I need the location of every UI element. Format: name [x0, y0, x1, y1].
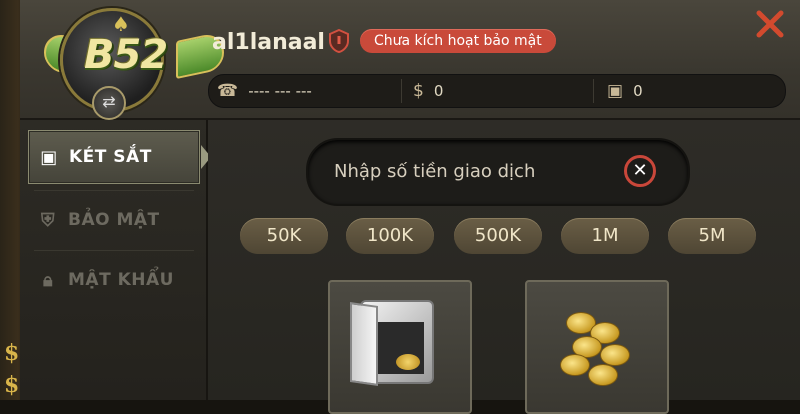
gold-coins-icon [396, 354, 420, 370]
amount-chip-1m[interactable]: 1M [561, 218, 649, 254]
divider [401, 79, 402, 103]
sidebar-item-security[interactable]: ⛨ BẢO MẬT [28, 194, 198, 246]
dollar-decor-icon: $ [4, 372, 20, 398]
sidebar-item-safe[interactable]: ▣ KÉT SẮT [28, 130, 211, 184]
switch-avatar-button[interactable]: ⇄ [92, 86, 126, 120]
brand-logo: B52 [84, 32, 168, 78]
phone-value: ---- --- --- [248, 82, 312, 100]
coin-icon [588, 364, 618, 386]
money-stat: $ 0 [413, 75, 443, 107]
security-status-badge[interactable]: Chưa kích hoạt bảo mật [360, 29, 556, 53]
sidebar: ▣ KÉT SẮT ⛨ BẢO MẬT 🔒︎ MẬT KHẨU [20, 120, 211, 400]
sidebar-item-label: KÉT SẮT [69, 147, 152, 167]
divider [593, 79, 594, 103]
clear-input-icon[interactable]: ✕ [624, 155, 656, 187]
amount-chip-500k[interactable]: 500K [454, 218, 542, 254]
amount-chip-5m[interactable]: 5M [668, 218, 756, 254]
stats-bar: ☎ ---- --- --- $ 0 ▣ 0 [208, 74, 786, 108]
divider [34, 250, 194, 251]
dollar-decor-icon: $ [4, 340, 20, 366]
phone-icon: ☎ [217, 81, 239, 101]
amount-chip-50k[interactable]: 50K [240, 218, 328, 254]
coin-icon [600, 344, 630, 366]
sidebar-item-label: BẢO MẬT [68, 210, 160, 230]
divider [34, 190, 194, 191]
shield-warning-icon [329, 29, 349, 53]
safe-stat: ▣ 0 [607, 75, 643, 107]
safe-value: 0 [633, 82, 643, 100]
shield-icon: ⛨ [41, 209, 55, 231]
username: al1lanaal [212, 30, 325, 55]
amount-chip-100k[interactable]: 100K [346, 218, 434, 254]
sidebar-item-label: MẬT KHẨU [68, 270, 174, 290]
safe-door [350, 302, 378, 386]
coin-icon [560, 354, 590, 376]
close-icon[interactable] [754, 8, 786, 40]
phone-stat: ☎ ---- --- --- [217, 75, 312, 107]
safe-small-icon: ▣ [607, 81, 624, 101]
sidebar-item-password[interactable]: 🔒︎ MẬT KHẨU [28, 254, 198, 306]
money-value: 0 [433, 82, 444, 100]
amount-placeholder: Nhập số tiền giao dịch [334, 161, 536, 182]
lock-icon: 🔒︎ [42, 269, 54, 291]
safe-icon: ▣ [40, 146, 58, 168]
dollar-icon: $ [413, 81, 424, 101]
